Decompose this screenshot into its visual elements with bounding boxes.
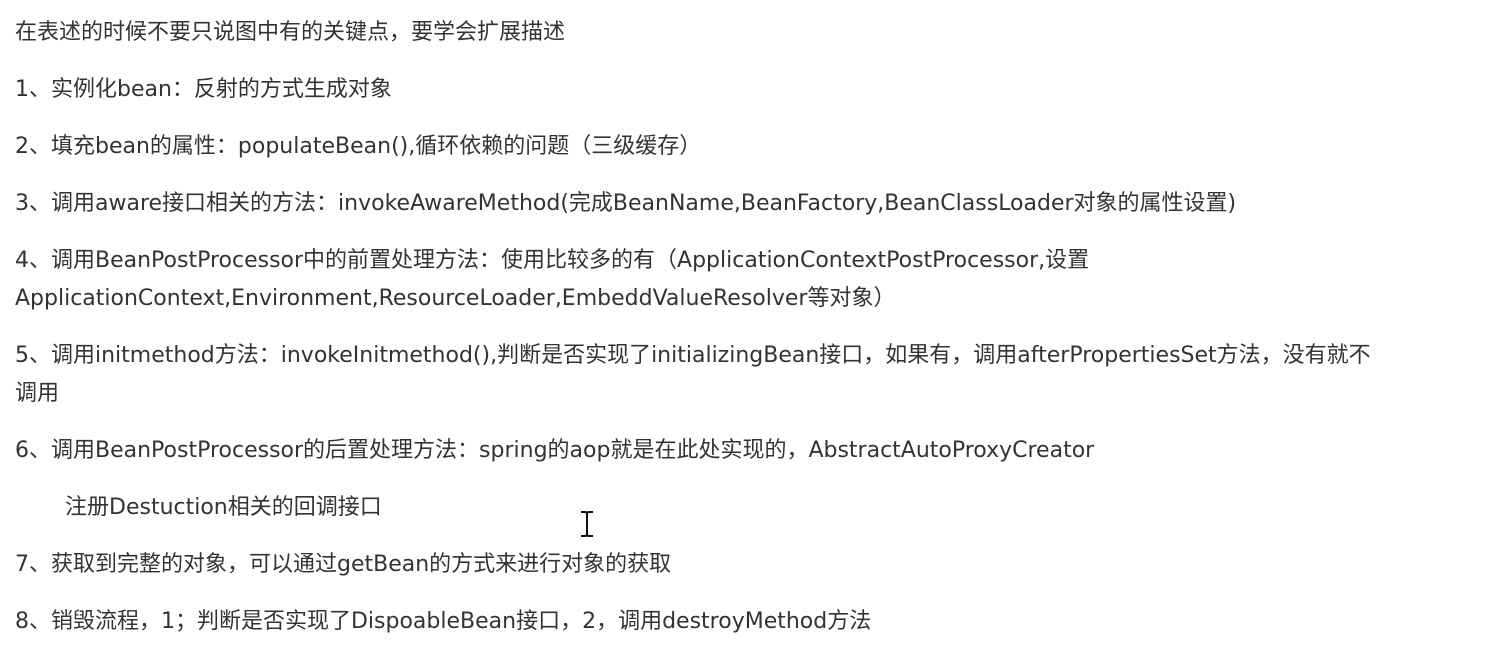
intro-paragraph: 在表述的时候不要只说图中有的关键点，要学会扩展描述 (15, 20, 566, 45)
step-4-line-2: ApplicationContext,Environment,ResourceL… (15, 286, 896, 311)
step-4-paragraph: 4、调用BeanPostProcessor中的前置处理方法：使用比较多的有（Ap… (15, 242, 1475, 318)
step-2-paragraph: 2、填充bean的属性：populateBean(),循环依赖的问题（三级缓存） (15, 134, 702, 159)
step-5-paragraph: 5、调用initmethod方法：invokeInitmethod(),判断是否… (15, 337, 1475, 413)
step-5-line-2: 调用 (15, 381, 60, 406)
step-7-paragraph: 7、获取到完整的对象，可以通过getBean的方式来进行对象的获取 (15, 552, 672, 577)
step-4-line-1: 4、调用BeanPostProcessor中的前置处理方法：使用比较多的有（Ap… (15, 248, 1090, 273)
document-body: 在表述的时候不要只说图中有的关键点，要学会扩展描述 1、实例化bean：反射的方… (15, 14, 1475, 641)
step-8-paragraph: 8、销毁流程，1；判断是否实现了DispoableBean接口，2，调用dest… (15, 609, 872, 634)
step-6-note-paragraph: 注册Destuction相关的回调接口 (65, 495, 382, 520)
step-6-paragraph: 6、调用BeanPostProcessor的后置处理方法：spring的aop就… (15, 438, 1095, 463)
text-cursor-icon (581, 511, 593, 537)
step-5-line-1: 5、调用initmethod方法：invokeInitmethod(),判断是否… (15, 343, 1371, 368)
step-1-paragraph: 1、实例化bean：反射的方式生成对象 (15, 77, 392, 102)
step-3-paragraph: 3、调用aware接口相关的方法：invokeAwareMethod(完成Bea… (15, 191, 1237, 216)
